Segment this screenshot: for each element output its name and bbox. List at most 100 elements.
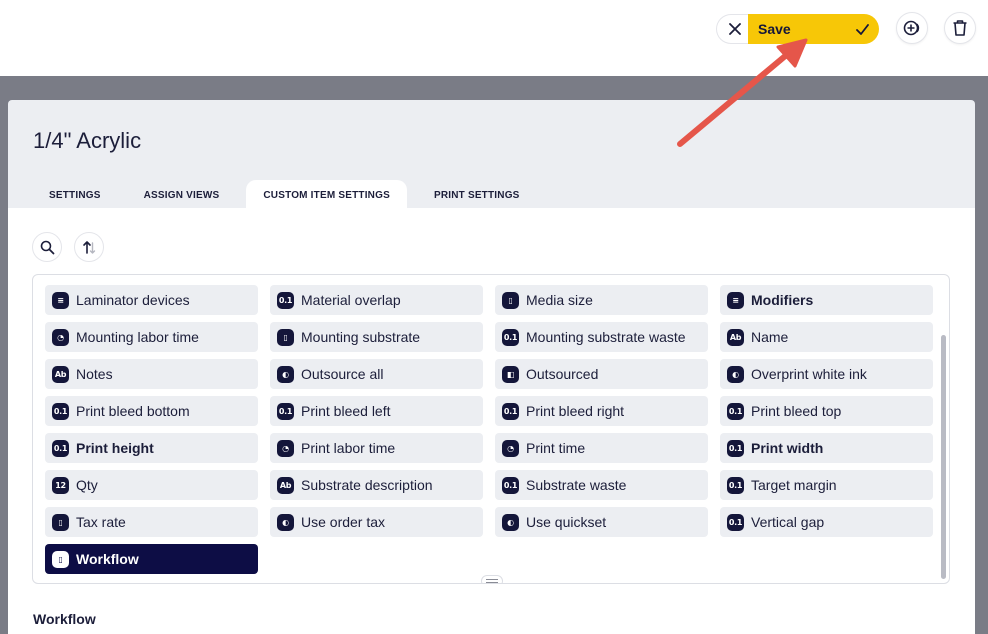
field-icon-glyph: ▯ [58, 517, 63, 527]
clock-icon: ◔ [52, 328, 69, 346]
field-icon-glyph: ≡ [732, 295, 739, 305]
scrollbar[interactable] [941, 335, 946, 579]
field-icon-glyph: 0.1 [728, 406, 743, 416]
field-item[interactable]: Ab Notes [45, 359, 258, 389]
sort-button[interactable] [74, 232, 104, 262]
field-icon-glyph: ◔ [507, 443, 514, 453]
fields-grid: ≡ Laminator devices 0.1 Material overlap ▯ Me… [45, 285, 933, 574]
toggle-icon: ◐ [277, 365, 294, 383]
integer-icon: 12 [52, 476, 69, 494]
field-icon-glyph: Ab [54, 369, 67, 379]
add-circle-button[interactable] [896, 12, 928, 44]
field-item-label: Use order tax [301, 514, 386, 530]
field-item[interactable]: 0.1 Print bleed left [270, 396, 483, 426]
field-item[interactable]: ◔ Mounting labor time [45, 322, 258, 352]
toggle-icon: ◐ [502, 513, 519, 531]
field-item[interactable]: ▯ Workflow [45, 544, 258, 574]
field-item[interactable]: ◐ Use quickset [495, 507, 708, 537]
field-icon-glyph: ◐ [732, 369, 739, 379]
field-icon-glyph: ▯ [508, 295, 513, 305]
field-icon-glyph: ▯ [58, 554, 63, 564]
field-item-label: Workflow [76, 551, 139, 567]
field-item[interactable]: ◐ Use order tax [270, 507, 483, 537]
resize-handle[interactable] [481, 575, 503, 583]
field-item-label: Print labor time [301, 440, 396, 456]
delete-button[interactable] [944, 12, 976, 44]
tab-settings[interactable]: SETTINGS [32, 180, 118, 208]
field-item[interactable]: 0.1 Substrate waste [495, 470, 708, 500]
field-item-label: Qty [76, 477, 98, 493]
decimal-icon: 0.1 [727, 402, 744, 420]
item-settings-panel: 1/4" Acrylic SETTINGS ASSIGN VIEWS CUSTO… [8, 100, 975, 634]
field-item-label: Mounting substrate [301, 329, 421, 345]
field-item[interactable]: ◔ Print labor time [270, 433, 483, 463]
field-item[interactable]: 0.1 Print bleed bottom [45, 396, 258, 426]
field-icon-glyph: 0.1 [503, 406, 518, 416]
field-item-label: Print bleed left [301, 403, 391, 419]
field-item[interactable]: 12 Qty [45, 470, 258, 500]
select-icon: ▯ [52, 550, 69, 568]
field-item[interactable]: ◐ Overprint white ink [720, 359, 933, 389]
field-icon-glyph: ◔ [282, 443, 289, 453]
decimal-icon: 0.1 [277, 291, 294, 309]
field-item-label: Print width [751, 440, 824, 456]
field-icon-glyph: ◔ [57, 332, 64, 342]
field-item-label: Print time [526, 440, 586, 456]
save-button-label: Save [758, 21, 791, 37]
field-icon-glyph: 0.1 [728, 443, 743, 453]
field-icon-glyph: ◧ [506, 369, 515, 379]
field-item-label: Mounting labor time [76, 329, 199, 345]
field-item-label: Substrate waste [526, 477, 627, 493]
decimal-icon: 0.1 [727, 476, 744, 494]
field-item[interactable]: 0.1 Material overlap [270, 285, 483, 315]
field-icon-glyph: 12 [55, 480, 66, 490]
search-icon [40, 240, 54, 254]
field-item[interactable]: ▯ Mounting substrate [270, 322, 483, 352]
tab-custom-item-settings[interactable]: CUSTOM ITEM SETTINGS [246, 180, 407, 208]
field-item[interactable]: 0.1 Mounting substrate waste [495, 322, 708, 352]
field-item-label: Vertical gap [751, 514, 825, 530]
field-item-label: Name [751, 329, 789, 345]
field-item-label: Tax rate [76, 514, 126, 530]
field-item[interactable]: 0.1 Print bleed top [720, 396, 933, 426]
field-item[interactable]: ◐ Outsource all [270, 359, 483, 389]
field-icon-glyph: 0.1 [503, 480, 518, 490]
field-item[interactable]: 0.1 Print bleed right [495, 396, 708, 426]
field-item[interactable]: ▯ Media size [495, 285, 708, 315]
text-icon: Ab [277, 476, 294, 494]
trash-icon [953, 20, 967, 36]
field-item[interactable]: Ab Substrate description [270, 470, 483, 500]
field-item[interactable]: 0.1 Target margin [720, 470, 933, 500]
search-button[interactable] [32, 232, 62, 262]
field-item[interactable]: 0.1 Print height [45, 433, 258, 463]
field-item[interactable]: ◧ Outsourced [495, 359, 708, 389]
field-icon-glyph: Ab [279, 480, 292, 490]
field-icon-glyph: 0.1 [278, 406, 293, 416]
field-item[interactable]: Ab Name [720, 322, 933, 352]
field-icon-glyph: 0.1 [53, 443, 68, 453]
text-icon: Ab [727, 328, 744, 346]
field-item[interactable]: ≡ Modifiers [720, 285, 933, 315]
cancel-button[interactable] [716, 14, 752, 44]
field-item[interactable]: ▯ Tax rate [45, 507, 258, 537]
field-item[interactable]: ≡ Laminator devices [45, 285, 258, 315]
tab-assign-views[interactable]: ASSIGN VIEWS [118, 180, 247, 208]
field-item-label: Outsourced [526, 366, 599, 382]
field-item-label: Overprint white ink [751, 366, 867, 382]
field-item[interactable]: 0.1 Print width [720, 433, 933, 463]
decimal-icon: 0.1 [727, 513, 744, 531]
sort-icon [82, 240, 95, 254]
field-item-label: Print bleed right [526, 403, 625, 419]
outsource-icon: ◧ [502, 365, 519, 383]
field-icon-glyph: ≡ [57, 295, 64, 305]
list-stack-icon: ≡ [52, 291, 69, 309]
decimal-icon: 0.1 [502, 402, 519, 420]
field-item[interactable]: ◔ Print time [495, 433, 708, 463]
field-item-label: Media size [526, 292, 593, 308]
top-toolbar: Save [0, 0, 988, 76]
tab-print-settings[interactable]: PRINT SETTINGS [407, 180, 537, 208]
field-item[interactable]: 0.1 Vertical gap [720, 507, 933, 537]
decimal-icon: 0.1 [727, 439, 744, 457]
field-icon-glyph: ◐ [282, 369, 289, 379]
save-button[interactable]: Save [748, 14, 879, 44]
